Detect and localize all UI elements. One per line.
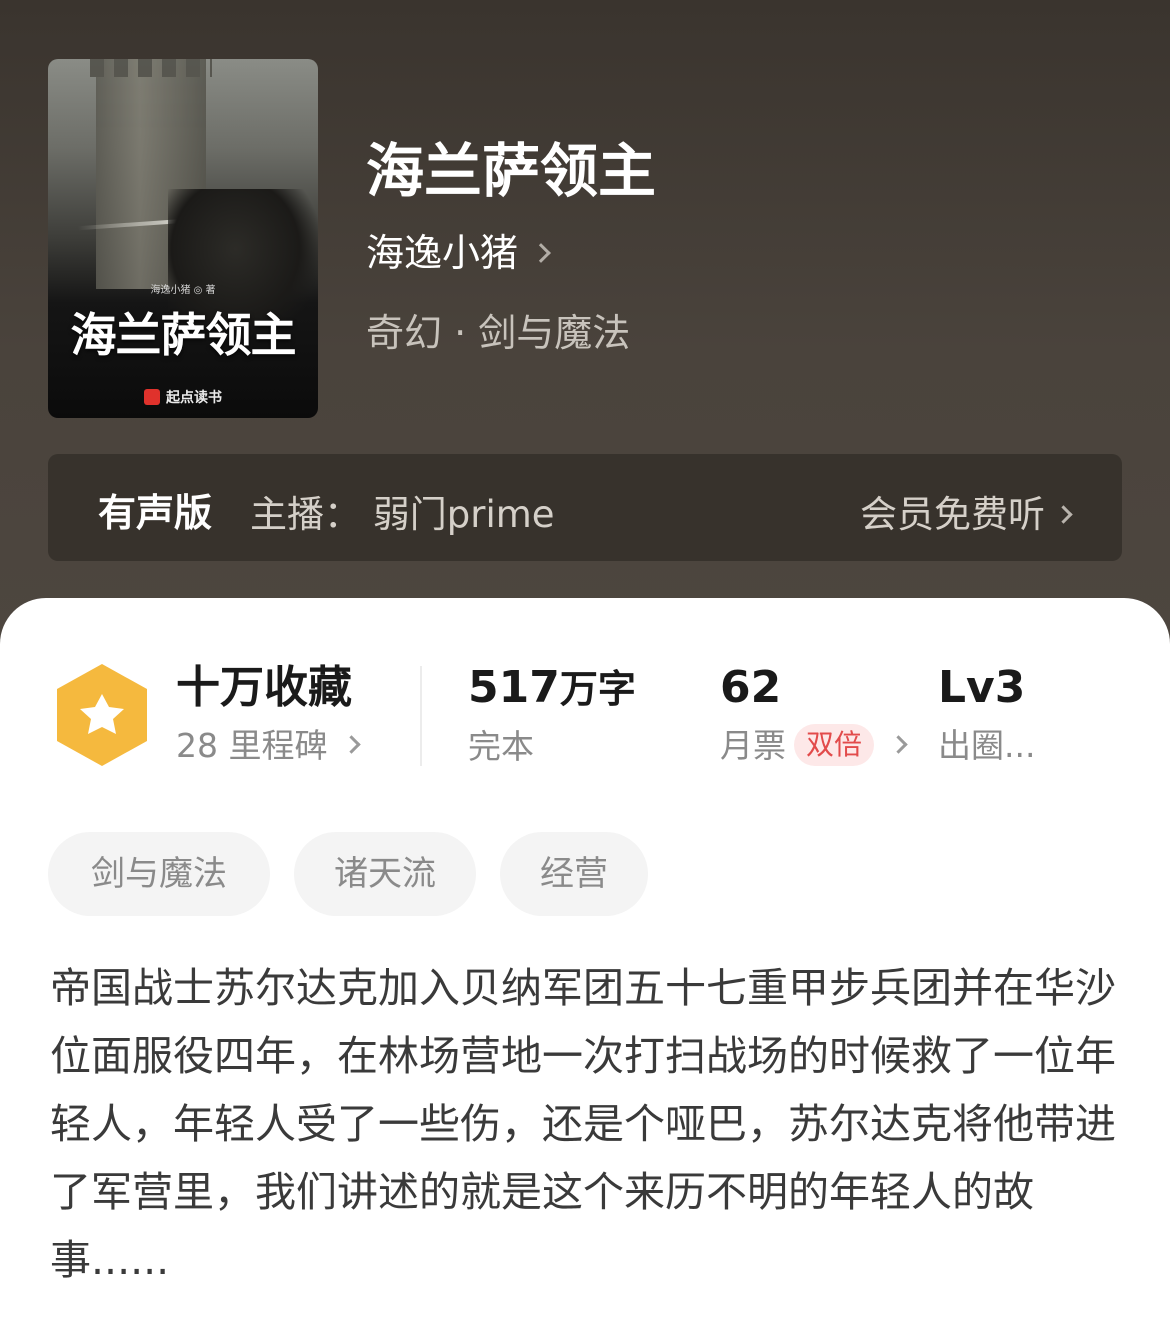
favorites-stat[interactable]: 十万收藏 28 里程碑: [176, 660, 362, 772]
book-description: 帝国战士苏尔达克加入贝纳军团五十七重甲步兵团并在华沙位面服役四年，在林场营地一次…: [50, 964, 1116, 1284]
stats-divider: [420, 666, 422, 766]
tag-multiverse[interactable]: 诸天流: [294, 832, 476, 916]
word-count-number: 517: [468, 662, 560, 713]
book-cover[interactable]: 海逸小猪 ◎ 著 海兰萨领主 起点读书: [48, 59, 318, 418]
monthly-ticket-label: 月票: [720, 726, 786, 765]
member-free-listen-button[interactable]: 会员免费听: [860, 484, 1073, 538]
book-title: 海兰萨领主: [366, 137, 657, 205]
completion-status: 完本: [468, 727, 534, 766]
book-genre: 奇幻 · 剑与魔法: [366, 311, 631, 355]
author-link[interactable]: 海逸小猪: [366, 222, 551, 277]
book-header: 海逸小猪 ◎ 著 海兰萨领主 起点读书 海兰萨领主 海逸小猪 奇幻 · 剑与魔法…: [0, 0, 1170, 640]
author-name: 海逸小猪: [366, 231, 519, 275]
cover-publisher-name: 起点读书: [166, 390, 222, 406]
chevron-right-icon: [889, 735, 908, 754]
favorites-count: 十万收藏: [176, 662, 352, 713]
cover-author-line: 海逸小猪 ◎ 著: [150, 285, 216, 296]
level-value: Lv3: [938, 662, 1026, 713]
cover-title: 海兰萨领主: [70, 308, 297, 362]
monthly-ticket-count: 62: [720, 662, 782, 713]
star-hexagon-icon: [57, 664, 147, 766]
publisher-logo-icon: [144, 389, 160, 405]
audio-host: 主播： 弱门prime: [250, 493, 555, 536]
level-label: 出圈...: [938, 726, 1036, 765]
audio-label: 有声版: [98, 491, 213, 535]
level-stat[interactable]: Lv3 出圈...: [938, 660, 1035, 772]
monthly-ticket-stat[interactable]: 62 月票 双倍: [720, 660, 908, 772]
book-info-card: 十万收藏 28 里程碑 517万字 完本 62 月票 双倍 Lv3 出圈... 剑…: [0, 598, 1170, 1318]
member-free-listen-label: 会员免费听: [860, 493, 1045, 536]
milestones-label: 28 里程碑: [176, 726, 328, 765]
word-count-stat: 517万字 完本: [468, 660, 636, 773]
double-badge: 双倍: [794, 724, 875, 766]
tag-management[interactable]: 经营: [500, 832, 648, 916]
chevron-right-icon: [531, 243, 551, 263]
cover-publisher: 起点读书: [48, 387, 318, 407]
word-count-unit: 万字: [559, 667, 636, 711]
chevron-right-icon: [342, 735, 362, 754]
chevron-right-icon: [1054, 505, 1073, 524]
tag-sword-magic[interactable]: 剑与魔法: [48, 832, 270, 916]
audio-version-bar[interactable]: 有声版 主播： 弱门prime 会员免费听: [48, 454, 1122, 561]
